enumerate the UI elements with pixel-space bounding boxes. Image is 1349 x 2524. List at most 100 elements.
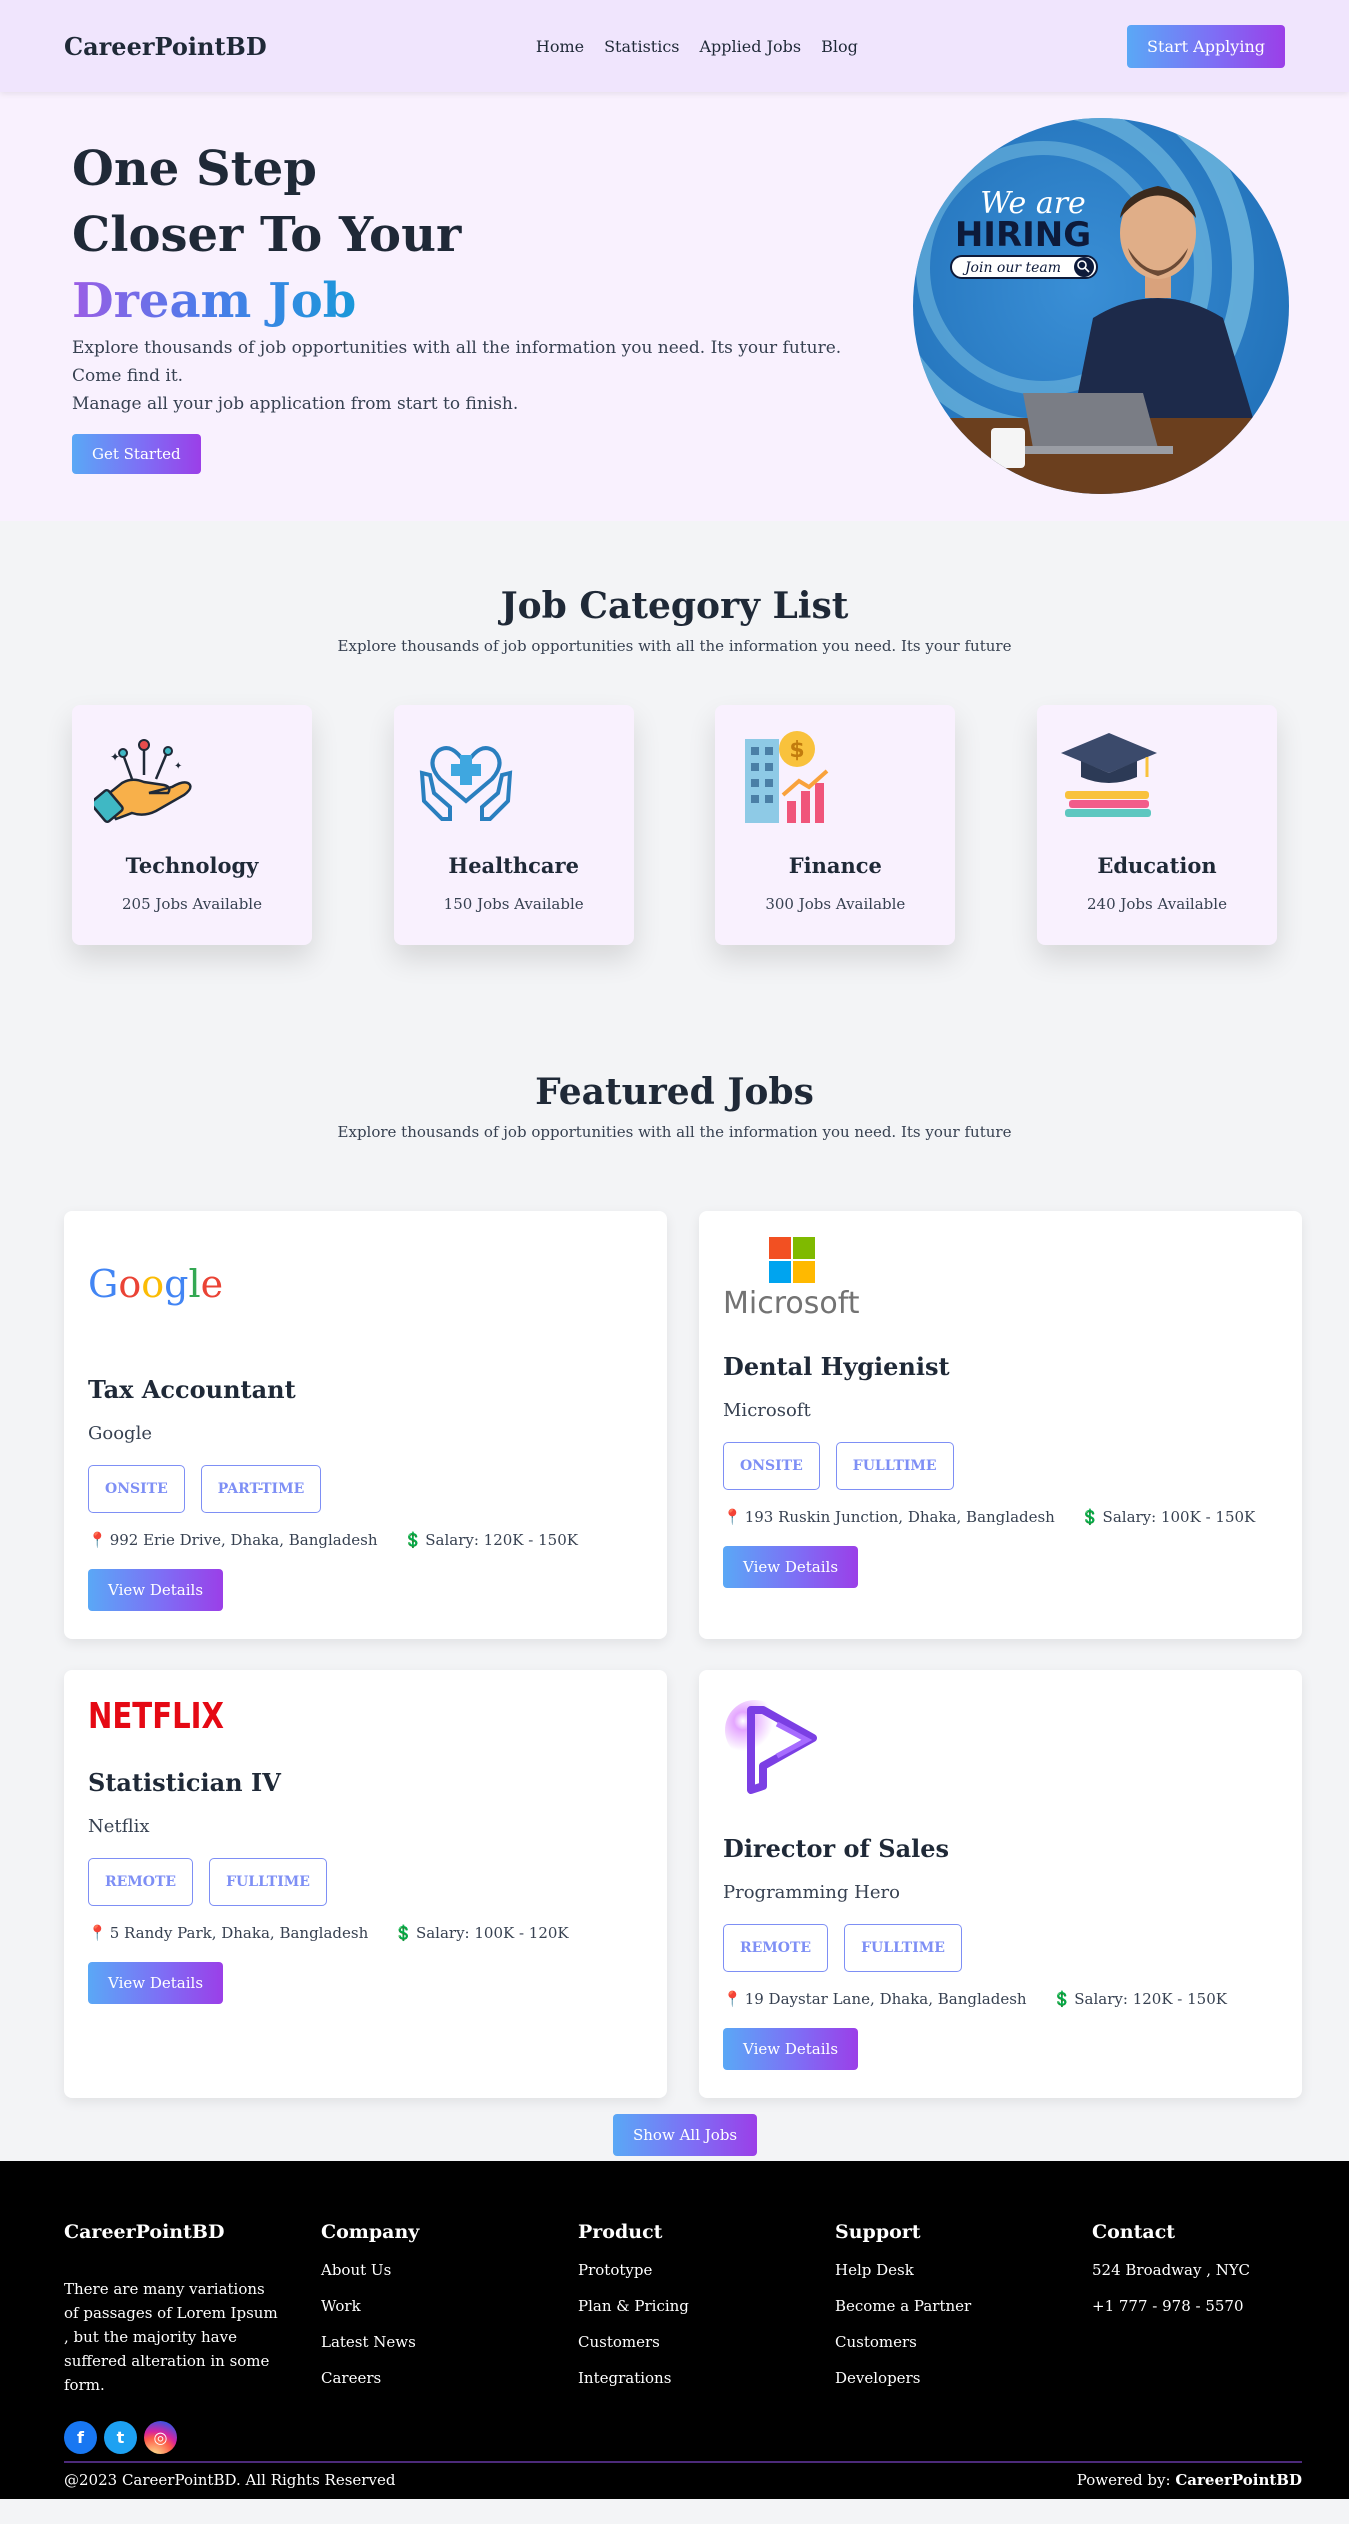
location-pin-icon: 📍: [88, 1531, 107, 1549]
view-details-button[interactable]: View Details: [723, 1546, 859, 1588]
job-company: Microsoft: [723, 1400, 811, 1421]
job-salary: Salary: 100K - 150K: [1102, 1508, 1256, 1526]
footer-link[interactable]: Customers: [578, 2333, 689, 2351]
featured-section-title: Featured Jobs: [535, 1071, 814, 1113]
nav-link-home[interactable]: Home: [536, 37, 584, 56]
dollar-icon: 💲: [1052, 1990, 1072, 2008]
category-card-technology[interactable]: ✦ ✦ Technology 205 Jobs Available: [72, 705, 312, 945]
job-location: 193 Ruskin Junction, Dhaka, Bangladesh: [744, 1508, 1055, 1526]
job-salary: Salary: 100K - 120K: [415, 1924, 569, 1942]
footer-link[interactable]: Latest News: [321, 2333, 419, 2351]
footer: CareerPointBD There are many variations …: [0, 2161, 1349, 2499]
job-tag-location-type: REMOTE: [88, 1858, 194, 1906]
job-tag-location-type: ONSITE: [723, 1442, 820, 1490]
job-location: 992 Erie Drive, Dhaka, Bangladesh: [109, 1531, 378, 1549]
category-card-finance[interactable]: $ Finance 300 Jobs Available: [715, 705, 956, 945]
hero-hiring-image: We are HIRING Join our team: [913, 118, 1289, 494]
view-details-button[interactable]: View Details: [88, 1962, 224, 2004]
navbar: CareerPointBD Home Statistics Applied Jo…: [0, 0, 1349, 92]
hero-desc-line1: Explore thousands of job opportunities w…: [72, 338, 842, 386]
footer-contact-column: Contact 524 Broadway , NYC +1 777 - 978 …: [1092, 2221, 1250, 2315]
footer-link[interactable]: Developers: [835, 2369, 971, 2387]
footer-bottom-bar: @2023 CareerPointBD. All Rights Reserved…: [64, 2471, 1302, 2489]
microsoft-logo: Microsoft: [723, 1237, 863, 1321]
brand-logo[interactable]: CareerPointBD: [64, 32, 267, 61]
social-links: f t ◎: [64, 2421, 279, 2454]
svg-text:✦: ✦: [174, 761, 182, 772]
footer-link[interactable]: Careers: [321, 2369, 419, 2387]
footer-support-column: Support Help Desk Become a Partner Custo…: [835, 2221, 971, 2387]
category-name: Technology: [125, 853, 259, 878]
netflix-logo-text: NETFLIX: [88, 1696, 224, 1734]
view-details-button[interactable]: View Details: [723, 2028, 859, 2070]
dollar-icon: 💲: [394, 1924, 413, 1942]
svg-text:✦: ✦: [110, 750, 120, 764]
job-location: 5 Randy Park, Dhaka, Bangladesh: [109, 1924, 369, 1942]
footer-link[interactable]: Work: [321, 2297, 419, 2315]
footer-link[interactable]: Become a Partner: [835, 2297, 971, 2315]
netflix-logo: NETFLIX: [88, 1694, 228, 1738]
footer-link[interactable]: Integrations: [578, 2369, 689, 2387]
job-card-dental-hygienist: Microsoft Dental Hygienist Microsoft ONS…: [699, 1211, 1302, 1639]
category-name: Healthcare: [448, 853, 579, 878]
footer-contact-address: 524 Broadway , NYC: [1092, 2261, 1250, 2279]
start-applying-button[interactable]: Start Applying: [1127, 24, 1285, 68]
copyright-text: @2023 CareerPointBD. All Rights Reserved: [64, 2471, 396, 2489]
microsoft-logo-text: Microsoft: [723, 1286, 860, 1317]
programming-hero-logo: [723, 1690, 833, 1804]
footer-link[interactable]: Help Desk: [835, 2261, 971, 2279]
category-card-education[interactable]: Education 240 Jobs Available: [1036, 705, 1277, 945]
footer-link[interactable]: About Us: [321, 2261, 419, 2279]
job-tag-location-type: REMOTE: [723, 1924, 829, 1972]
footer-brand: CareerPointBD: [64, 2221, 225, 2243]
category-name: Finance: [788, 853, 882, 878]
job-company: Netflix: [88, 1816, 150, 1837]
footer-link[interactable]: Customers: [835, 2333, 971, 2351]
hero-desc-line2: Manage all your job application from sta…: [72, 394, 519, 414]
category-count: 240 Jobs Available: [1086, 895, 1227, 913]
footer-description: There are many variations of passages of…: [64, 2280, 278, 2394]
nav-link-blog[interactable]: Blog: [821, 37, 858, 56]
job-company: Programming Hero: [723, 1882, 900, 1903]
category-count: 300 Jobs Available: [765, 895, 906, 913]
footer-link[interactable]: Plan & Pricing: [578, 2297, 689, 2315]
powered-by-label: Powered by:: [1076, 2471, 1176, 2489]
job-card-statistician-iv: NETFLIX Statistician IV Netflix REMOTE F…: [64, 1670, 667, 2098]
hero-description: Explore thousands of job opportunities w…: [72, 334, 852, 418]
job-tag-employment-type: FULLTIME: [835, 1442, 954, 1490]
show-all-jobs-button[interactable]: Show All Jobs: [613, 2114, 758, 2156]
job-location: 19 Daystar Lane, Dhaka, Bangladesh: [744, 1990, 1027, 2008]
hand-circuit-icon: ✦ ✦: [90, 727, 194, 827]
job-list: Google Tax Accountant Google ONSITE PART…: [0, 1211, 1349, 2161]
building-dollar-chart-icon: $: [737, 727, 837, 827]
footer-link[interactable]: Prototype: [578, 2261, 689, 2279]
hero-image-join: Join our team: [962, 260, 1061, 276]
google-logo-text: Google: [88, 1262, 223, 1306]
view-details-button[interactable]: View Details: [88, 1569, 224, 1611]
svg-text:$: $: [790, 738, 805, 763]
job-tags: REMOTE FULLTIME: [88, 1858, 327, 1906]
get-started-button[interactable]: Get Started: [72, 434, 201, 474]
facebook-icon[interactable]: f: [64, 2421, 97, 2454]
nav-link-statistics[interactable]: Statistics: [604, 37, 679, 56]
job-salary: Salary: 120K - 150K: [425, 1531, 578, 1549]
job-tags: ONSITE FULLTIME: [723, 1442, 954, 1490]
featured-section-subtitle: Explore thousands of job opportunities w…: [337, 1123, 1012, 1141]
instagram-icon[interactable]: ◎: [144, 2421, 177, 2454]
job-meta: 📍 19 Daystar Lane, Dhaka, Bangladesh 💲 Sal…: [723, 1990, 1227, 2008]
location-pin-icon: 📍: [723, 1990, 742, 2008]
category-list: ✦ ✦ Technology 205 Jobs Available Health…: [0, 705, 1349, 945]
job-salary: Salary: 120K - 150K: [1074, 1990, 1227, 2008]
job-tags: ONSITE PART-TIME: [88, 1465, 322, 1513]
footer-contact-phone: +1 777 - 978 - 5570: [1092, 2297, 1244, 2315]
footer-heading: Product: [578, 2221, 663, 2243]
category-card-healthcare[interactable]: Healthcare 150 Jobs Available: [393, 705, 634, 945]
dollar-icon: 💲: [403, 1531, 423, 1549]
footer-heading: Contact: [1092, 2221, 1176, 2243]
nav-link-applied-jobs[interactable]: Applied Jobs: [700, 37, 802, 56]
job-meta: 📍 193 Ruskin Junction, Dhaka, Bangladesh …: [723, 1508, 1255, 1526]
footer-product-column: Product Prototype Plan & Pricing Custome…: [578, 2221, 689, 2387]
hero-heading-line1: One Step: [72, 141, 317, 197]
twitter-icon[interactable]: t: [104, 2421, 137, 2454]
job-company: Google: [88, 1423, 152, 1444]
